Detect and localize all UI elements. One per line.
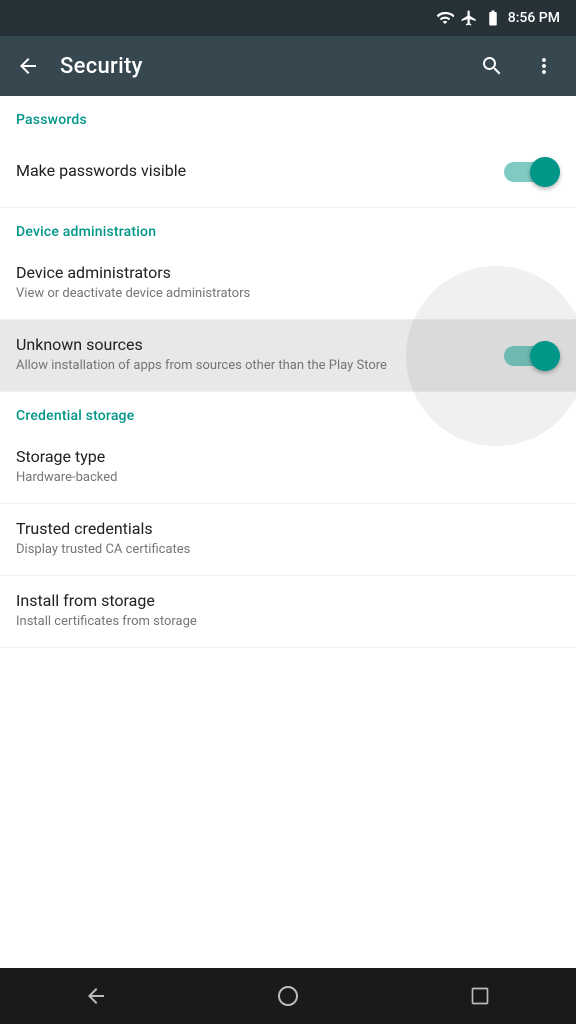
- unknown-sources-title: Unknown sources: [16, 335, 488, 354]
- unknown-sources-toggle[interactable]: [504, 341, 560, 371]
- page-title: Security: [60, 54, 460, 79]
- trusted-credentials-title: Trusted credentials: [16, 519, 544, 538]
- credential-storage-section-header: Credential storage: [0, 392, 576, 432]
- wifi-icon: [436, 9, 454, 27]
- trusted-credentials-text: Trusted credentials Display trusted CA c…: [16, 519, 560, 559]
- status-icons: 8:56 PM: [436, 9, 560, 27]
- install-from-storage-title: Install from storage: [16, 591, 544, 610]
- search-button[interactable]: [468, 42, 516, 90]
- storage-type-subtitle: Hardware-backed: [16, 469, 544, 487]
- back-icon: [16, 54, 40, 78]
- nav-back-icon: [84, 984, 108, 1008]
- back-button[interactable]: [4, 42, 52, 90]
- unknown-sources-item[interactable]: Unknown sources Allow installation of ap…: [0, 320, 576, 392]
- trusted-credentials-item[interactable]: Trusted credentials Display trusted CA c…: [0, 504, 576, 576]
- toggle-thumb: [530, 341, 560, 371]
- storage-type-title: Storage type: [16, 447, 544, 466]
- passwords-section-header: Passwords: [0, 96, 576, 136]
- device-administrators-text: Device administrators View or deactivate…: [16, 263, 560, 303]
- make-passwords-visible-toggle[interactable]: [504, 157, 560, 187]
- more-options-button[interactable]: [520, 42, 568, 90]
- make-passwords-visible-text: Make passwords visible: [16, 161, 504, 183]
- unknown-sources-subtitle: Allow installation of apps from sources …: [16, 357, 488, 375]
- app-bar: Security: [0, 36, 576, 96]
- device-administrators-item[interactable]: Device administrators View or deactivate…: [0, 248, 576, 320]
- storage-type-item[interactable]: Storage type Hardware-backed: [0, 432, 576, 504]
- search-icon: [480, 54, 504, 78]
- app-bar-actions: [468, 42, 568, 90]
- device-admin-section-header: Device administration: [0, 208, 576, 248]
- nav-home-button[interactable]: [258, 968, 318, 1024]
- content-area: Passwords Make passwords visible Device …: [0, 96, 576, 968]
- more-icon: [532, 54, 556, 78]
- nav-back-button[interactable]: [66, 968, 126, 1024]
- trusted-credentials-subtitle: Display trusted CA certificates: [16, 541, 544, 559]
- nav-recents-button[interactable]: [450, 968, 510, 1024]
- nav-home-icon: [276, 984, 300, 1008]
- nav-recents-icon: [470, 986, 490, 1006]
- install-from-storage-text: Install from storage Install certificate…: [16, 591, 560, 631]
- battery-icon: [484, 9, 502, 27]
- status-bar: 8:56 PM: [0, 0, 576, 36]
- nav-bar: [0, 968, 576, 1024]
- unknown-sources-text: Unknown sources Allow installation of ap…: [16, 335, 504, 375]
- install-from-storage-subtitle: Install certificates from storage: [16, 613, 544, 631]
- install-from-storage-item[interactable]: Install from storage Install certificate…: [0, 576, 576, 648]
- device-administrators-title: Device administrators: [16, 263, 544, 282]
- make-passwords-visible-title: Make passwords visible: [16, 161, 488, 180]
- device-administrators-subtitle: View or deactivate device administrators: [16, 285, 544, 303]
- toggle-thumb: [530, 157, 560, 187]
- storage-type-text: Storage type Hardware-backed: [16, 447, 560, 487]
- status-time: 8:56 PM: [508, 10, 560, 26]
- airplane-icon: [460, 9, 478, 27]
- make-passwords-visible-item[interactable]: Make passwords visible: [0, 136, 576, 208]
